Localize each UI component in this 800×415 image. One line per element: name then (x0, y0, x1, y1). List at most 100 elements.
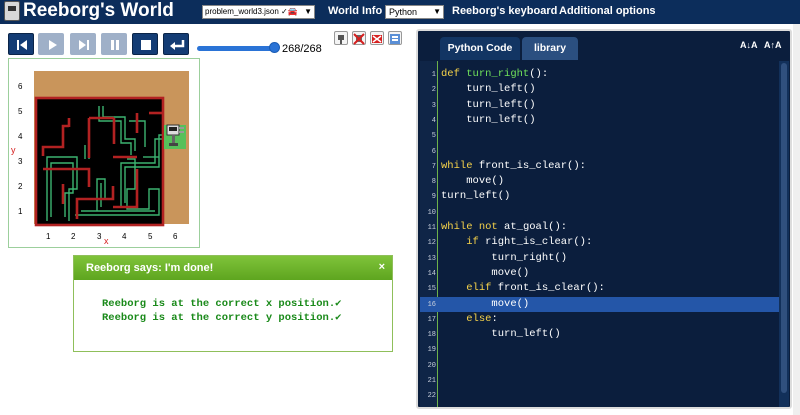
speed-slider-thumb[interactable] (269, 42, 280, 53)
world-select-value: problem_world3.json ✓🚘 (205, 7, 298, 16)
world-select[interactable]: problem_world3.json ✓🚘 ▼ (202, 5, 315, 19)
code-text: turn_left() (491, 328, 561, 341)
play-button[interactable] (38, 33, 64, 55)
code-text: while not at_goal(): (441, 221, 568, 233)
additional-options-button[interactable]: Additional options (559, 5, 656, 17)
x-tick-label: 4 (122, 232, 127, 241)
robot-toggle-icon[interactable] (334, 31, 348, 45)
code-line[interactable]: 13 turn_right() (420, 251, 779, 266)
pause-icon (111, 40, 119, 50)
line-number: 4 (431, 116, 436, 125)
code-line[interactable]: 9 turn_left() (420, 189, 779, 204)
code-text: elif front_is_clear(): (466, 282, 605, 295)
line-number: 15 (427, 285, 436, 294)
chevron-down-icon: ▼ (433, 7, 441, 16)
line-number: 22 (427, 392, 436, 401)
page-scrollbar[interactable] (793, 24, 800, 415)
line-number: 3 (431, 101, 436, 110)
editor-scrollbar[interactable] (779, 61, 789, 407)
reload-button[interactable] (163, 33, 189, 55)
step-button[interactable] (70, 33, 96, 55)
code-line[interactable]: 8 move() (420, 174, 779, 189)
step-icon (79, 40, 89, 50)
code-line[interactable]: 12 if right_is_clear(): (420, 235, 779, 250)
line-number: 18 (427, 331, 436, 340)
line-number: 19 (427, 346, 436, 355)
code-line[interactable]: 16 move() (420, 296, 779, 312)
code-line[interactable]: 3 turn_left() (420, 98, 779, 113)
code-text: move() (491, 266, 530, 279)
code-line[interactable]: 15 elif front_is_clear(): (420, 281, 779, 296)
font-increase-button[interactable]: A↑A (764, 40, 782, 50)
line-number: 7 (431, 162, 436, 171)
line-number: 13 (427, 254, 436, 263)
return-icon (170, 40, 185, 50)
reeborg-logo-icon (4, 1, 20, 21)
pause-button[interactable] (101, 33, 127, 55)
remove-robot-icon[interactable] (352, 31, 366, 45)
code-area[interactable]: 1 def turn_right(): 2 turn_left() 3 turn_le… (420, 61, 779, 407)
code-line[interactable]: 1 def turn_right(): (420, 67, 779, 82)
code-text: turn_left() (466, 83, 536, 96)
code-text: else: (466, 312, 498, 325)
code-line[interactable]: 11 while not at_goal(): (420, 220, 779, 235)
code-text: turn_right() (491, 251, 568, 264)
line-number: 11 (427, 224, 436, 232)
font-decrease-button[interactable]: A↓A (740, 40, 758, 50)
code-text: move() (491, 297, 530, 310)
world-info-button[interactable]: World Info (328, 5, 382, 17)
code-text: move() (466, 175, 505, 188)
code-line[interactable]: 2 turn_left() (420, 82, 779, 97)
world-grid (34, 71, 189, 227)
code-line[interactable]: 18 turn_left() (420, 327, 779, 342)
code-text: def turn_right(): (441, 68, 549, 80)
code-line[interactable]: 22 (420, 388, 779, 403)
language-select-value: Python (389, 7, 418, 17)
code-line[interactable]: 14 move() (420, 266, 779, 281)
tab-python-code[interactable]: Python Code (440, 37, 520, 60)
keyboard-button[interactable]: Reeborg's keyboard (452, 5, 557, 17)
line-number: 16 (427, 300, 436, 309)
stop-icon (141, 40, 151, 50)
dialog-message-y: Reeborg is at the correct y position.✔ (102, 312, 342, 324)
line-number: 17 (427, 315, 436, 324)
code-text: turn_left() (441, 190, 511, 203)
line-number: 12 (427, 239, 436, 248)
line-number: 21 (427, 377, 436, 385)
code-line[interactable]: 5 (420, 128, 779, 143)
step-counter: 268/268 (282, 43, 322, 55)
line-number: 1 (431, 71, 436, 79)
dialog-title: Reeborg says: I'm done! (86, 262, 214, 274)
code-line[interactable]: 20 (420, 358, 779, 373)
line-number: 8 (431, 178, 436, 187)
line-number: 6 (431, 147, 436, 156)
code-line[interactable]: 17 else: (420, 312, 779, 327)
line-number: 5 (431, 132, 436, 141)
editor-scrollbar-thumb[interactable] (781, 63, 787, 393)
line-number: 2 (431, 86, 436, 95)
dialog-message-x: Reeborg is at the correct x position.✔ (102, 298, 342, 310)
x-tick-label: 5 (148, 232, 153, 241)
edit-world-icon[interactable] (388, 31, 402, 45)
code-line[interactable]: 21 (420, 373, 779, 388)
code-line[interactable]: 7 while front_is_clear(): (420, 159, 779, 174)
line-number: 9 (431, 193, 436, 202)
code-line[interactable]: 4 turn_left() (420, 113, 779, 128)
line-number: 14 (427, 269, 436, 278)
code-line[interactable]: 10 (420, 205, 779, 220)
code-line[interactable]: 6 (420, 144, 779, 159)
close-icon[interactable]: × (379, 261, 385, 273)
x-tick-label: 2 (71, 232, 76, 241)
tab-library[interactable]: library (522, 37, 578, 60)
code-editor-panel: Python Code library A↓A A↑A 1 def turn_ri… (416, 29, 792, 409)
speed-slider-track[interactable] (197, 46, 275, 51)
language-select[interactable]: Python ▼ (385, 5, 444, 19)
stop-button[interactable] (132, 33, 158, 55)
code-line[interactable]: 19 (420, 342, 779, 357)
remove-objects-icon[interactable] (370, 31, 384, 45)
code-text: turn_left() (466, 98, 536, 111)
line-number: 20 (427, 361, 436, 370)
play-icon (49, 40, 57, 50)
chevron-down-icon: ▼ (304, 7, 312, 16)
rewind-button[interactable] (8, 33, 34, 55)
